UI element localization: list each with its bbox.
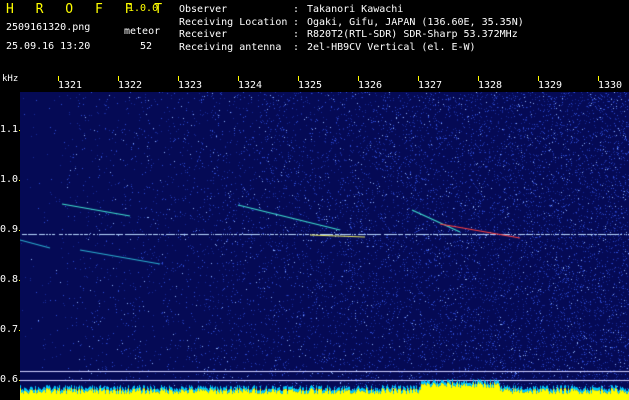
meteor-count: 52: [140, 41, 153, 52]
x-tick-label: 1330: [598, 80, 623, 91]
x-tick-label: 1328: [478, 80, 503, 91]
x-tick-label: 1321: [58, 80, 83, 91]
x-tick-label: 1329: [538, 80, 563, 91]
y-tick-label: 0.7: [0, 324, 19, 335]
info-row-antenna: Receiving antenna:2el-HB9CV Vertical (el…: [179, 41, 476, 53]
x-tick-label: 1327: [418, 80, 443, 91]
y-tick-label: 0.9: [0, 224, 19, 235]
info-row-receiver: Receiver: R820T2(RTL-SDR) SDR-Sharp 53.37…: [179, 29, 518, 40]
app-version: 1.0.0: [128, 3, 159, 14]
x-tick-label: 1326: [358, 80, 383, 91]
info-row-location: Receiving Location: Ogaki, Gifu, JAPAN (1…: [179, 16, 524, 28]
x-tick-label: 1323: [178, 80, 203, 91]
y-unit-label: kHz: [2, 74, 19, 84]
spectrogram-plot: [20, 92, 629, 400]
date-time: 25.09.16 13:20: [6, 41, 91, 52]
y-tick-label: 1.0: [0, 174, 19, 185]
x-tick-label: 1324: [238, 80, 263, 91]
y-tick-label: 0.8: [0, 274, 19, 285]
spectrogram-canvas: [20, 92, 629, 400]
station-info: Observer: Takanori Kawachi Receiving Loca…: [179, 4, 524, 54]
x-tick-label: 1322: [118, 80, 143, 91]
meteor-label: meteor: [124, 26, 161, 37]
x-tick-label: 1325: [298, 80, 323, 91]
info-row-observer: Observer: Takanori Kawachi: [179, 4, 404, 15]
y-tick-label: 0.6: [0, 374, 19, 385]
y-tick-label: 1.1: [0, 124, 19, 135]
file-name: 2509161320.png: [6, 22, 91, 33]
header-panel: H R O F F T 1.0.0 2509161320.png meteor …: [0, 0, 629, 72]
